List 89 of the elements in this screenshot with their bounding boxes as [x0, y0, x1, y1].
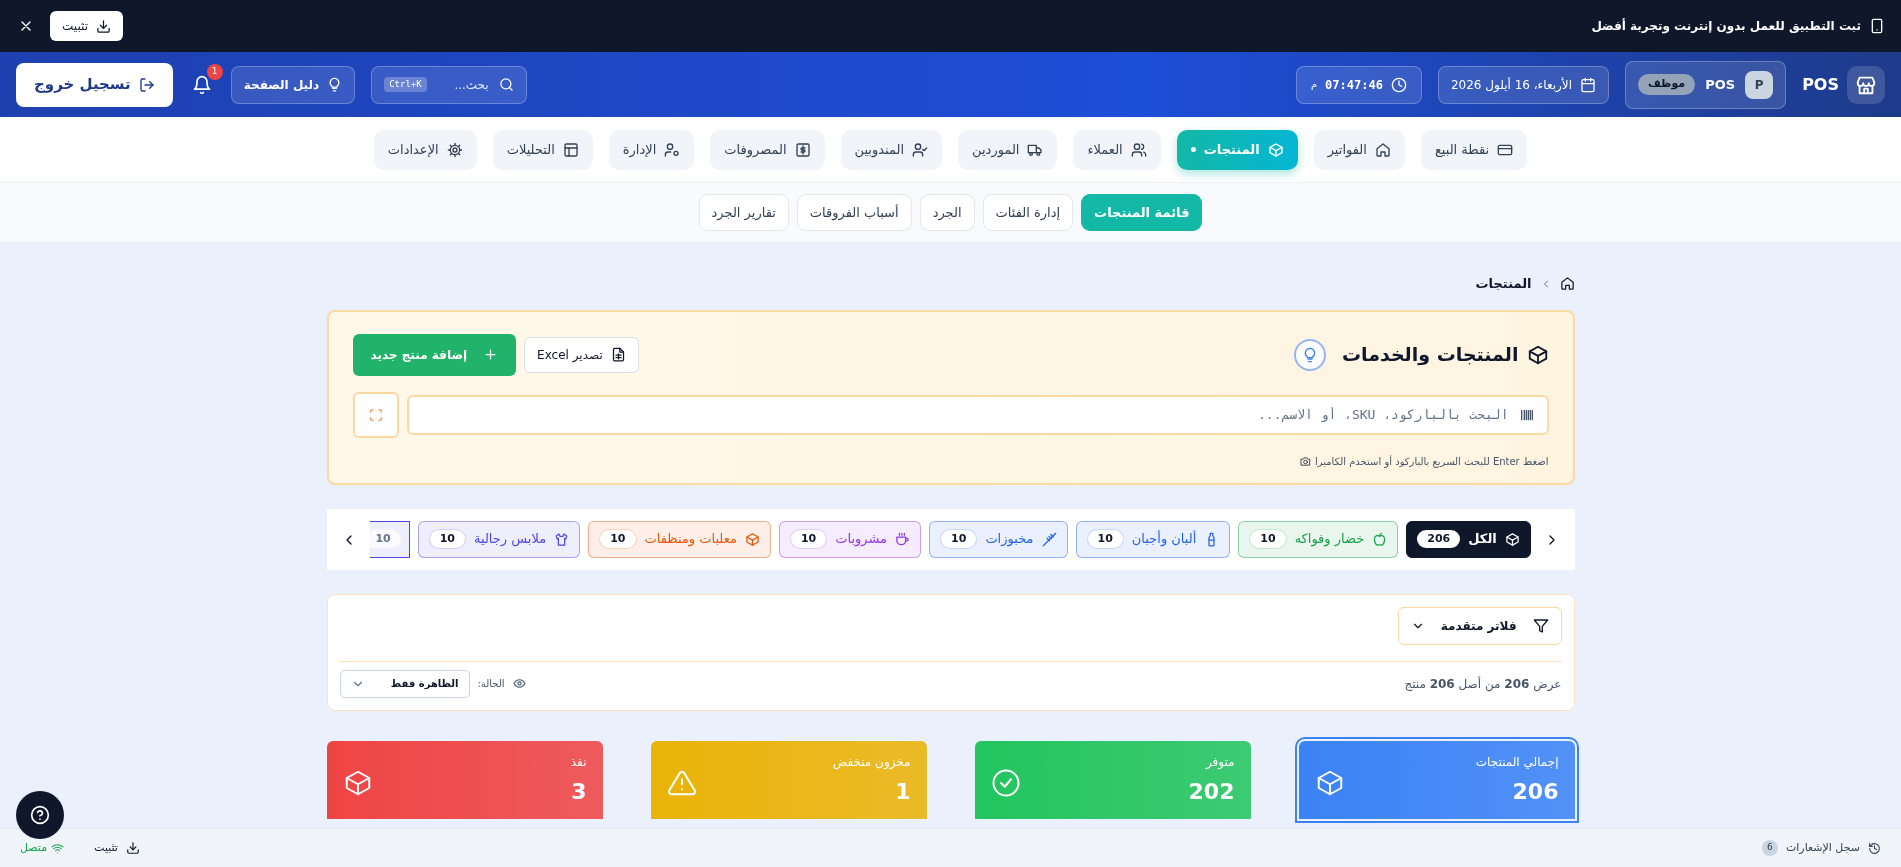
history-icon: [1868, 841, 1881, 855]
box-icon: [1267, 141, 1284, 158]
stat-value: 3: [570, 777, 587, 806]
user-check-icon: [912, 141, 929, 158]
count-badge: 10: [1249, 528, 1287, 550]
nav-tab[interactable]: الإعدادات: [373, 129, 477, 170]
stat-label: إجمالي المنتجات: [1475, 753, 1559, 771]
phone-icon: [1869, 18, 1885, 34]
count-badge: 10: [940, 528, 978, 550]
cup-icon: [895, 531, 911, 547]
shortcut-key: Ctrl+K: [384, 76, 427, 93]
wheat-icon: [1041, 531, 1057, 547]
install-button[interactable]: تثبيت: [50, 11, 123, 41]
connection-status: متصل: [20, 839, 48, 856]
apple-icon: [1372, 531, 1388, 547]
count-badge: 10: [370, 529, 401, 549]
nav-tab[interactable]: نقطة البيع: [1420, 129, 1528, 170]
export-button[interactable]: تصدير Excel: [524, 336, 639, 373]
role-badge: موظف: [1638, 74, 1696, 95]
clock-icon: [1390, 76, 1407, 93]
breadcrumb-item: المنتجات: [1475, 275, 1532, 293]
help-icon: [30, 805, 50, 825]
nav-tab[interactable]: المصروفات: [710, 129, 825, 170]
stat-value: 206: [1511, 777, 1559, 806]
status-label: الحالة:: [477, 677, 505, 691]
install-link[interactable]: تثبيت: [88, 838, 146, 858]
sub-tab[interactable]: تقارير الجرد: [698, 194, 789, 231]
stat-label: متوفر: [1204, 753, 1235, 771]
download-icon: [96, 18, 111, 34]
count-badge: 206: [1417, 529, 1461, 549]
banner-text: ثبت التطبيق للعمل بدون إنترنت وتجربة أفضل: [1591, 17, 1861, 35]
box-icon: [1526, 343, 1549, 366]
date-pill: الأربعاء، 16 أيلول 2026: [1437, 65, 1609, 104]
stat-value: 1: [894, 777, 911, 806]
advanced-filters-button[interactable]: فلاتر متقدمة: [1397, 606, 1562, 645]
nav-tab[interactable]: المندوبين: [840, 129, 943, 170]
filter-icon: [1532, 617, 1549, 634]
active-dot: [1190, 147, 1196, 152]
search-field[interactable]: بحث...: [434, 74, 491, 95]
stat-label: مخزون منخفض: [832, 753, 911, 771]
bell-icon: [191, 74, 212, 95]
dollar-icon: [794, 141, 811, 158]
nav-tab[interactable]: التحليلات: [492, 129, 593, 170]
help-button[interactable]: [16, 791, 64, 839]
status-select[interactable]: الظاهرة فقط: [339, 669, 470, 698]
plus-icon: [483, 347, 499, 362]
box-icon: [1504, 531, 1520, 547]
count-badge: 10: [428, 528, 466, 550]
home-icon: [1374, 141, 1391, 158]
check-circle-icon: [990, 767, 1021, 798]
brand-name: POS: [1802, 73, 1839, 96]
panel-title: المنتجات والخدمات: [1341, 342, 1519, 368]
user-name: POS: [1705, 75, 1736, 94]
notifications-count: 6: [1761, 840, 1778, 856]
logout-button[interactable]: تسجيل خروج: [16, 62, 173, 107]
guide-button[interactable]: دليل الصفحة: [230, 65, 356, 104]
stat-label: نفذ: [570, 753, 587, 771]
scan-icon: [368, 407, 383, 422]
nav-tab[interactable]: الفواتير: [1313, 129, 1405, 170]
download-icon: [125, 841, 140, 855]
eye-icon: [512, 677, 526, 690]
user-avatar: P: [1745, 70, 1774, 99]
calendar-icon: [1580, 76, 1596, 93]
hint-text: اضغط Enter للبحث السريع بالباركود أو استخدم الكاميرا: [1314, 454, 1549, 469]
nav-tab[interactable]: الإدارة: [608, 129, 695, 170]
shirt-icon: [554, 531, 570, 547]
count-badge: 10: [599, 528, 637, 550]
count-badge: 10: [1086, 528, 1124, 550]
layout-icon: [562, 141, 579, 158]
logout-icon: [138, 76, 155, 93]
tip-button[interactable]: [1293, 338, 1326, 371]
settings-icon: [446, 141, 463, 158]
nav-tab[interactable]: العملاء: [1073, 129, 1161, 170]
notification-badge: 1: [206, 63, 223, 80]
wifi-icon: [51, 841, 65, 855]
sub-tab[interactable]: أسباب الفروقات: [796, 194, 912, 231]
count-badge: 10: [789, 528, 828, 550]
nav-tab[interactable]: الموردين: [958, 129, 1058, 170]
box-icon: [744, 531, 760, 547]
users-icon: [1130, 141, 1147, 158]
camera-icon: [1299, 455, 1311, 467]
home-icon: [1559, 276, 1575, 292]
search-icon: [498, 77, 514, 92]
user-gear-icon: [664, 141, 681, 158]
category-chip[interactable]: 10: [370, 520, 410, 558]
sub-tab[interactable]: إدارة الفئات: [982, 194, 1074, 231]
stat-value: 202: [1188, 777, 1235, 806]
sub-tab[interactable]: الجرد: [919, 194, 975, 231]
file-icon: [610, 347, 626, 362]
